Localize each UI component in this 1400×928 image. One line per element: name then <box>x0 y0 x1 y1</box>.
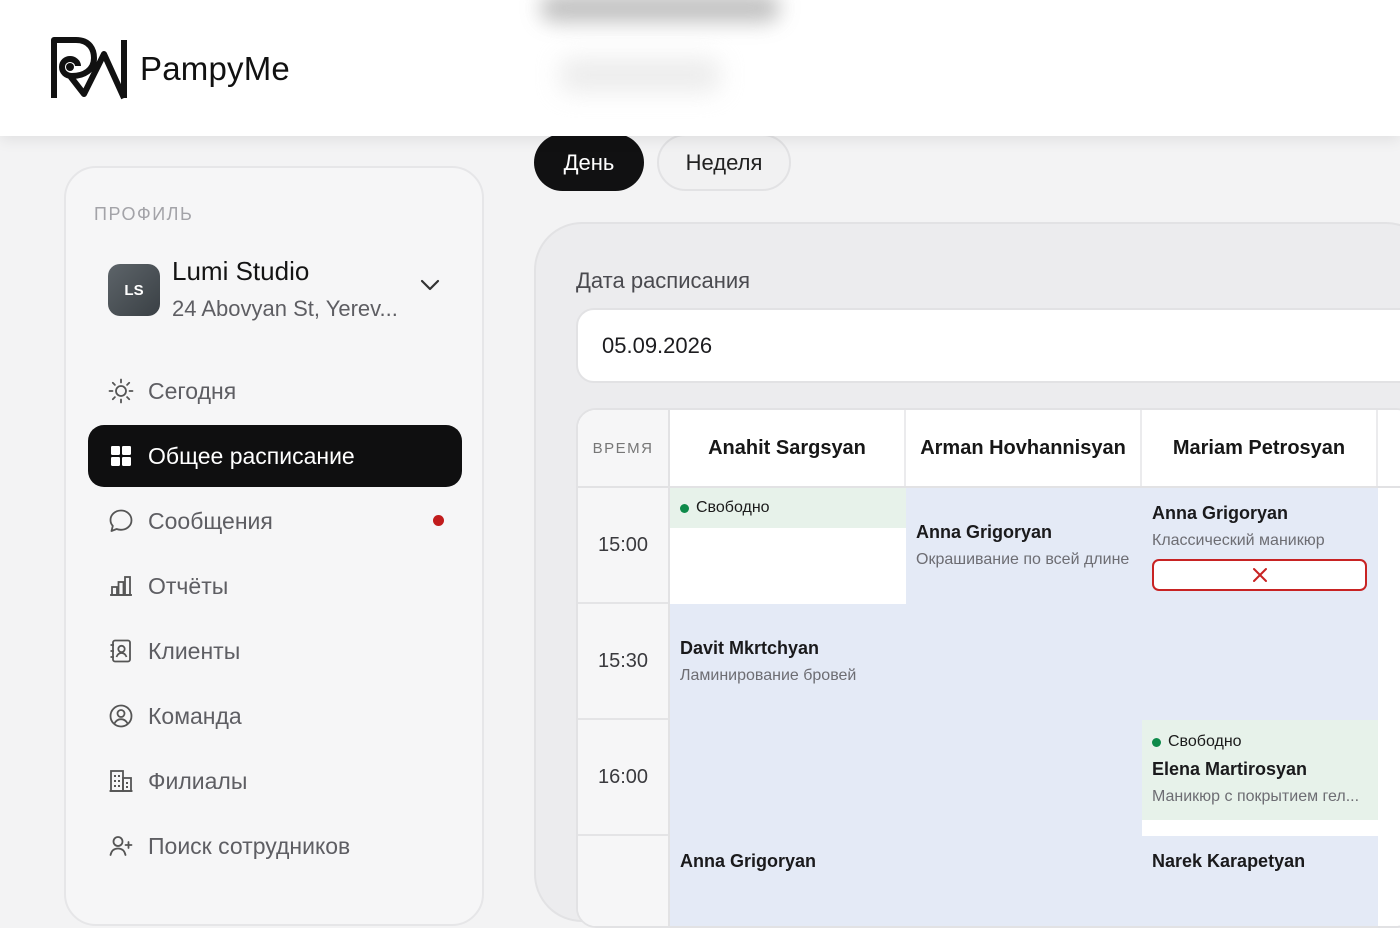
appointment-client: Anna Grigoryan <box>680 851 817 871</box>
appointment-client: Elena Martirosyan <box>1152 759 1308 779</box>
sidebar-item-label: Общее расписание <box>148 442 355 469</box>
sidebar-nav: Сегодня Общее расписание Сообщения Отчёт… <box>88 360 462 880</box>
sidebar-item-schedule[interactable]: Общее расписание <box>88 425 462 487</box>
sidebar-item-label: Клиенты <box>148 637 241 664</box>
blurred-element <box>560 58 720 92</box>
sidebar-item-label: Сегодня <box>148 377 237 404</box>
profile-address: 24 Abovyan St, Yerev... <box>172 296 398 321</box>
time-slot-label: 15:00 <box>578 488 668 604</box>
time-column: 15:00 15:30 16:00 <box>578 488 670 926</box>
grid-header: ВРЕМЯ Anahit Sargsyan Arman Hovhannisyan… <box>578 410 1400 488</box>
profile-name: Lumi Studio <box>172 256 310 286</box>
building-icon <box>108 768 134 794</box>
brand-logo[interactable]: PampyMe <box>50 36 290 102</box>
schedule-date-field[interactable]: 05.09.2026 <box>576 308 1400 383</box>
contacts-icon <box>108 638 134 664</box>
appointment-service: Классический маникюр <box>1152 532 1325 549</box>
appointment-card[interactable]: Свободно Elena Martirosyan Маникюр с пок… <box>1142 720 1378 820</box>
bar-chart-icon <box>108 573 134 599</box>
time-slot-label <box>578 836 668 926</box>
sidebar-item-clients[interactable]: Клиенты <box>88 620 462 682</box>
user-circle-icon <box>108 703 134 729</box>
sidebar-item-branches[interactable]: Филиалы <box>88 750 462 812</box>
sidebar-item-label: Команда <box>148 702 242 729</box>
sidebar-item-staff-search[interactable]: Поиск сотрудников <box>88 815 462 877</box>
free-status-dot <box>680 503 689 513</box>
free-status: Свободно <box>1142 732 1242 752</box>
blurred-element <box>540 0 780 22</box>
avatar: LS <box>108 264 160 316</box>
appointment-service: Маникюр с покрытием гел... <box>1152 788 1360 805</box>
empty-slot[interactable] <box>670 528 906 604</box>
section-label: ПРОФИЛЬ <box>94 204 194 224</box>
sidebar-item-messages[interactable]: Сообщения <box>88 490 462 552</box>
chevron-down-icon[interactable] <box>420 278 440 292</box>
free-slot[interactable]: Свободно <box>670 488 906 528</box>
appointment-service: Ламинирование бровей <box>680 667 857 684</box>
free-status-dot <box>1152 737 1161 747</box>
staff-column-header[interactable]: Mariam Petrosyan <box>1142 410 1378 486</box>
appointment-client: Anna Grigoryan <box>1152 503 1289 523</box>
grid-icon <box>108 443 134 469</box>
appointment-client: Davit Mkrtchyan <box>680 638 820 658</box>
top-header: PampyMe <box>0 0 1400 136</box>
pampyme-logo-icon <box>51 37 127 100</box>
sidebar-item-label: Сообщения <box>148 507 273 534</box>
appointment-service: Окрашивание по всей длине <box>916 551 1130 568</box>
schedule-date-label: Дата расписания <box>576 268 751 293</box>
sidebar-item-label: Филиалы <box>148 767 248 794</box>
staff-column-header[interactable]: Arman Hovhannisyan <box>906 410 1142 486</box>
schedule-grid: ВРЕМЯ Anahit Sargsyan Arman Hovhannisyan… <box>576 408 1400 928</box>
profile-switcher[interactable]: LS Lumi Studio 24 Abovyan St, Yerev... <box>108 256 448 326</box>
booked-slot[interactable] <box>906 836 1142 926</box>
schedule-panel: Дата расписания 05.09.2026 ВРЕМЯ Anahit … <box>534 222 1400 928</box>
booked-slot[interactable] <box>670 720 1142 836</box>
appointment-card[interactable]: Davit Mkrtchyan Ламинирование бровей <box>670 604 1378 720</box>
appointment-client: Narek Karapetyan <box>1152 851 1306 871</box>
appointment-card[interactable]: Narek Karapetyan <box>1142 836 1378 926</box>
staff-column-header[interactable]: Anahit Sargsyan <box>670 410 906 486</box>
view-tabs: День Неделя <box>534 134 791 191</box>
time-slot-label: 16:00 <box>578 720 668 836</box>
tab-day[interactable]: День <box>534 134 644 191</box>
appointment-card[interactable]: Anna Grigoryan <box>670 836 906 926</box>
brand-name: PampyMe <box>140 50 290 87</box>
appointment-client: Anna Grigoryan <box>916 522 1053 542</box>
empty-slot[interactable] <box>1142 820 1378 836</box>
free-slot-label: Свободно <box>696 499 770 516</box>
sidebar-item-label: Поиск сотрудников <box>148 832 351 859</box>
add-user-icon <box>108 833 134 859</box>
unread-dot <box>433 515 444 526</box>
sidebar: ПРОФИЛЬ LS Lumi Studio 24 Abovyan St, Ye… <box>64 166 484 926</box>
cancel-appointment-button[interactable] <box>1152 559 1367 591</box>
time-slot-label: 15:30 <box>578 604 668 720</box>
sidebar-item-team[interactable]: Команда <box>88 685 462 747</box>
free-slot-label: Свободно <box>1168 733 1242 750</box>
time-column-header: ВРЕМЯ <box>578 410 670 486</box>
sidebar-item-reports[interactable]: Отчёты <box>88 555 462 617</box>
close-icon <box>1252 568 1267 582</box>
appointment-card[interactable]: Anna Grigoryan Классический маникюр <box>1142 488 1378 604</box>
chat-icon <box>108 508 134 534</box>
appointment-card[interactable]: Anna Grigoryan Окрашивание по всей длине <box>906 488 1142 604</box>
tab-week[interactable]: Неделя <box>657 134 791 191</box>
sidebar-item-label: Отчёты <box>148 572 229 599</box>
sidebar-item-today[interactable]: Сегодня <box>88 360 462 422</box>
sun-icon <box>108 378 134 404</box>
